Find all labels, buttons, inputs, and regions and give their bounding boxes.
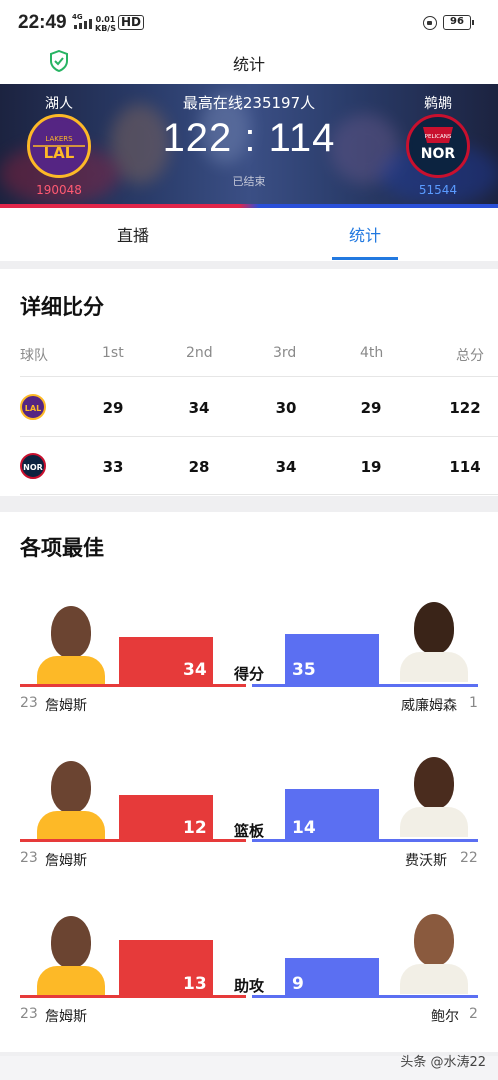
table-divider: [20, 436, 498, 437]
away-player-photo[interactable]: [396, 745, 472, 837]
away-points-value: 35: [292, 660, 316, 680]
away-q1: 33: [102, 458, 124, 476]
home-player-number: 23: [20, 1006, 38, 1022]
home-q1: 29: [102, 399, 124, 417]
home-bar-baseline: [20, 684, 246, 687]
away-player-photo[interactable]: [396, 902, 472, 994]
rotation-lock-icon: [423, 16, 437, 30]
away-player-photo[interactable]: [396, 590, 472, 682]
best-performers-title: 各项最佳: [20, 536, 104, 560]
home-q4: 29: [360, 399, 382, 417]
home-bar-baseline: [20, 839, 246, 842]
pelicans-mini-text: NOR: [23, 463, 43, 472]
away-bar-baseline: [252, 839, 478, 842]
col-header-total: 总分: [456, 348, 484, 364]
category-points: 得分: [233, 665, 264, 683]
pelicans-logo-icon: PELICANS NOR: [412, 120, 464, 172]
away-player-number: 1: [469, 695, 478, 711]
home-rebounds-value: 12: [183, 818, 207, 838]
away-rebounds-value: 14: [292, 818, 316, 838]
away-player-number: 2: [469, 1006, 478, 1022]
col-header-q2: 2nd: [186, 345, 213, 361]
home-player-name[interactable]: 詹姆斯: [45, 1006, 87, 1026]
home-total: 122: [449, 399, 481, 417]
col-header-q3: 3rd: [273, 345, 297, 361]
away-assists-value: 9: [292, 974, 304, 994]
home-player-name[interactable]: 詹姆斯: [45, 695, 87, 715]
page-title: 统计: [232, 55, 265, 74]
table-row-pelicans-logo: NOR: [20, 453, 46, 479]
home-assists-value: 13: [183, 974, 207, 994]
tab-live[interactable]: 直播: [83, 222, 183, 246]
hd-icon: HD: [118, 15, 145, 30]
tab-bar: 直播 统计: [0, 208, 498, 261]
category-assists: 助攻: [233, 977, 264, 995]
table-row-lakers-logo: LAL: [20, 394, 46, 420]
home-player-number: 23: [20, 695, 38, 711]
table-divider: [20, 494, 498, 495]
away-bar-baseline: [252, 995, 478, 998]
col-header-team: 球队: [20, 348, 48, 364]
signal-icon: [74, 19, 92, 29]
speed-unit: KB/S: [95, 24, 116, 33]
home-q2: 34: [188, 399, 210, 417]
home-player-photo[interactable]: [33, 904, 109, 996]
network-speed: 0.01 KB/S: [95, 15, 116, 33]
away-player-name[interactable]: 威廉姆森: [401, 695, 457, 715]
away-support-count[interactable]: 51544: [398, 183, 478, 197]
tab-active-indicator: [332, 257, 398, 260]
away-q4: 19: [360, 458, 382, 476]
pelicans-logo-top: PELICANS: [425, 134, 452, 140]
away-player-number: 22: [460, 850, 478, 866]
col-header-q1: 1st: [102, 345, 124, 361]
watermark: 头条 @水涛22: [400, 1055, 486, 1070]
table-divider: [20, 376, 498, 377]
col-header-q4: 4th: [360, 345, 384, 361]
home-q3: 30: [275, 399, 297, 417]
pelicans-mini-icon: NOR: [23, 463, 43, 472]
home-bar-baseline: [20, 995, 246, 998]
pelicans-logo[interactable]: PELICANS NOR: [406, 114, 470, 178]
detail-score-title: 详细比分: [20, 295, 104, 319]
home-player-name[interactable]: 詹姆斯: [45, 850, 87, 870]
lakers-mini-icon: LAL: [25, 404, 41, 413]
away-q2: 28: [188, 458, 210, 476]
away-player-name[interactable]: 费沃斯: [405, 850, 447, 870]
category-rebounds: 篮板: [233, 822, 264, 840]
away-q3: 34: [275, 458, 297, 476]
home-player-number: 23: [20, 850, 38, 866]
home-player-photo[interactable]: [33, 749, 109, 841]
away-player-name[interactable]: 鲍尔: [431, 1006, 459, 1026]
best-performers-card: 各项最佳 34 得分 35 23 詹姆斯 威廉姆森 1 12 篮板 14 23 …: [0, 512, 498, 1052]
away-total: 114: [449, 458, 481, 476]
clock: 22:49: [18, 12, 67, 33]
home-points-value: 34: [183, 660, 207, 680]
home-player-photo[interactable]: [33, 594, 109, 686]
detail-score-card: 详细比分 球队 1st 2nd 3rd 4th 总分 LAL 29 34 30 …: [0, 269, 498, 496]
tab-stats[interactable]: 统计: [315, 222, 415, 246]
away-bar-baseline: [252, 684, 478, 687]
away-team-name: 鹈鹕: [424, 96, 452, 112]
battery-icon: 96: [443, 15, 474, 30]
title-bar: 统计: [0, 46, 498, 84]
lakers-mini-text: LAL: [25, 404, 41, 413]
speed-value: 0.01: [95, 15, 116, 24]
scoreboard: 湖人 LAKERS LAL 190048 最高在线235197人 122 : 1…: [0, 84, 498, 208]
pelicans-logo-text: NOR: [421, 146, 456, 162]
status-bar: 22:49 4G 0.01 KB/S HD 96: [0, 0, 498, 46]
